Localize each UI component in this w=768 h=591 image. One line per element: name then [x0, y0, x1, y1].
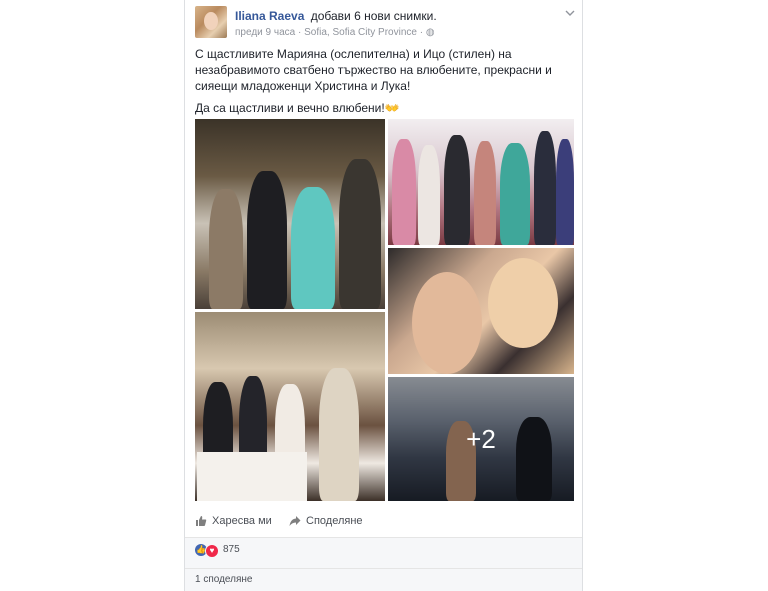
- photo-4[interactable]: [195, 312, 385, 501]
- author-avatar[interactable]: [195, 6, 227, 38]
- post-card: Iliana Raeva добави 6 нови снимки. преди…: [184, 0, 583, 591]
- photo-grid: +2: [195, 119, 574, 501]
- author-line: Iliana Raeva добави 6 нови снимки.: [235, 9, 437, 23]
- post-text-paragraph-1: С щастливите Марияна (ослепителна) и Ицо…: [195, 47, 552, 93]
- photo-1[interactable]: [195, 119, 385, 309]
- share-label: Споделяне: [306, 515, 363, 527]
- avatar-face: [204, 12, 218, 30]
- chevron-down-icon[interactable]: [563, 8, 577, 20]
- like-label: Харесва ми: [212, 515, 272, 527]
- post-time[interactable]: преди 9 часа: [235, 27, 295, 38]
- post-text-paragraph-2: Да са щастливи и вечно влюбени!👐: [195, 101, 400, 115]
- post-text: С щастливите Марияна (ослепителна) и Ицо…: [195, 46, 575, 122]
- post-actions: Харесва ми Споделяне: [195, 512, 575, 532]
- thumbs-up-icon: [195, 515, 207, 527]
- photo-5-more[interactable]: +2: [388, 377, 574, 501]
- share-arrow-icon: [289, 515, 301, 527]
- more-photos-overlay[interactable]: +2: [388, 377, 574, 501]
- post-action-text: добави 6 нови снимки.: [310, 9, 437, 23]
- photo-2[interactable]: [388, 119, 574, 245]
- author-name[interactable]: Iliana Raeva: [235, 9, 304, 23]
- shares-count[interactable]: 1 споделяне: [195, 574, 253, 585]
- privacy-icon[interactable]: ◍: [426, 27, 435, 38]
- shares-bar: 1 споделяне: [185, 569, 582, 591]
- love-reaction-icon[interactable]: ♥: [205, 544, 219, 558]
- photo-3[interactable]: [388, 248, 574, 374]
- post-meta: преди 9 часа · Sofia, Sofia City Provinc…: [235, 27, 435, 38]
- meta-separator: ·: [297, 27, 302, 38]
- reaction-count[interactable]: 875: [223, 544, 240, 555]
- like-button[interactable]: Харесва ми: [195, 515, 272, 527]
- post-location[interactable]: Sofia, Sofia City Province: [304, 27, 417, 38]
- post-header: Iliana Raeva добави 6 нови снимки. преди…: [195, 6, 575, 42]
- reactions-bar: 👍 ♥ 875: [185, 538, 582, 569]
- share-button[interactable]: Споделяне: [289, 515, 363, 527]
- meta-separator-2: ·: [419, 27, 424, 38]
